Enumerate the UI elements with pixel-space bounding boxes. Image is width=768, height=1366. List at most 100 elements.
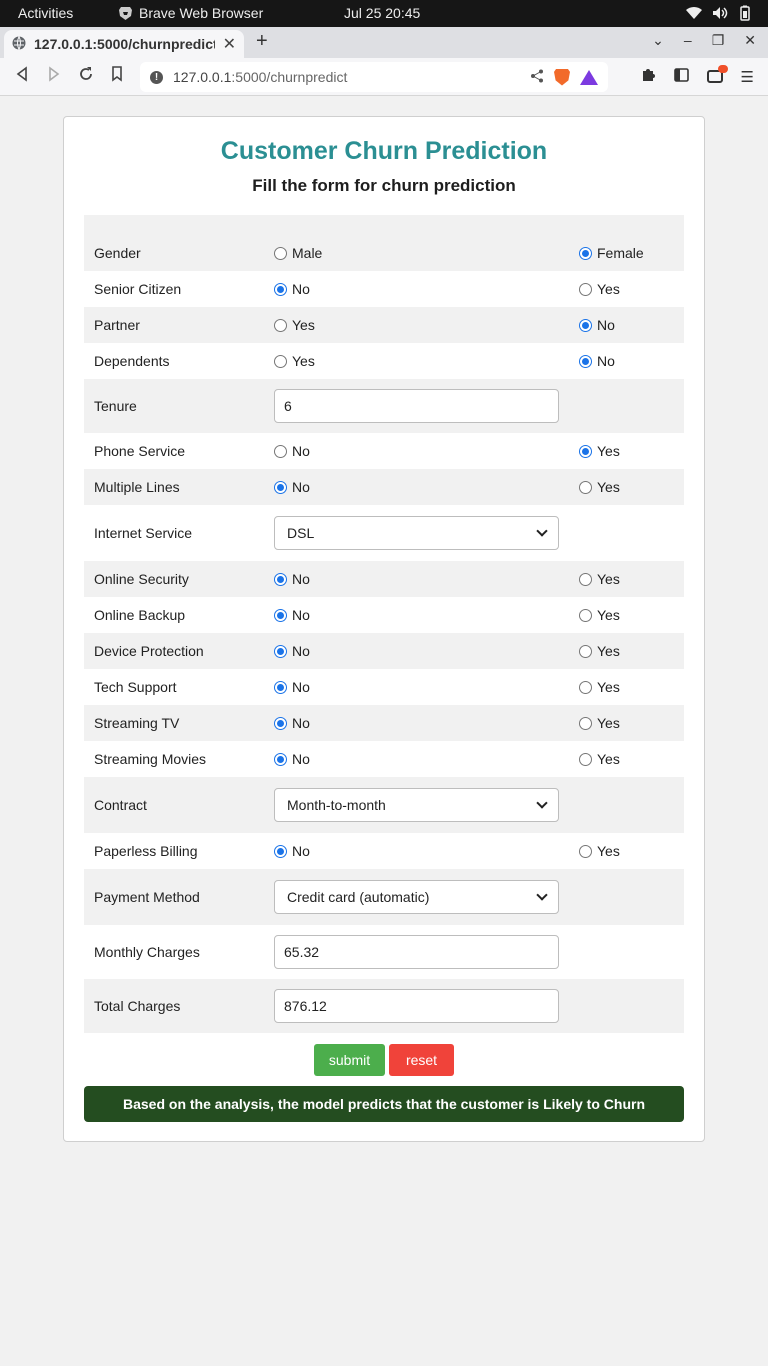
- multiple-lines-row: Multiple Lines No Yes: [84, 469, 684, 505]
- paperless-billing-label: Paperless Billing: [94, 843, 198, 859]
- app-menu[interactable]: Brave Web Browser: [118, 5, 263, 21]
- total-charges-input[interactable]: 876.12: [274, 989, 559, 1023]
- minimize-icon[interactable]: –: [684, 32, 692, 49]
- paperless-billing-yes-option[interactable]: Yes: [579, 843, 620, 859]
- tenure-input[interactable]: 6: [274, 389, 559, 423]
- paperless-billing-yes-radio[interactable]: [579, 844, 592, 858]
- menu-icon[interactable]: ☰: [741, 68, 754, 86]
- system-tray[interactable]: [686, 5, 754, 24]
- online-security-yes-option[interactable]: Yes: [579, 571, 620, 587]
- submit-button[interactable]: submit: [314, 1044, 385, 1076]
- clock[interactable]: Jul 25 20:45: [344, 5, 420, 21]
- phone-service-label: Phone Service: [94, 443, 186, 459]
- senior-citizen-yes-option[interactable]: Yes: [579, 281, 620, 297]
- streaming-movies-no-radio[interactable]: [274, 752, 287, 766]
- tech-support-no-option[interactable]: No: [274, 679, 310, 695]
- gender-male-radio[interactable]: [274, 246, 287, 260]
- dependents-yes-radio[interactable]: [274, 354, 287, 368]
- tech-support-yes-radio[interactable]: [579, 680, 592, 694]
- site-info-icon[interactable]: !: [150, 70, 163, 84]
- dependents-no-radio[interactable]: [579, 354, 592, 368]
- paperless-billing-no-option[interactable]: No: [274, 843, 310, 859]
- payment-method-label: Payment Method: [94, 889, 200, 905]
- online-security-no-option[interactable]: No: [274, 571, 310, 587]
- wallet-icon[interactable]: [706, 65, 728, 83]
- phone-service-no-radio[interactable]: [274, 444, 287, 458]
- senior-citizen-no-option[interactable]: No: [274, 281, 310, 297]
- streaming-tv-yes-radio[interactable]: [579, 716, 592, 730]
- device-protection-no-radio[interactable]: [274, 644, 287, 658]
- online-backup-row: Online Backup No Yes: [84, 597, 684, 633]
- back-icon[interactable]: [15, 66, 29, 87]
- device-protection-no-option[interactable]: No: [274, 643, 310, 659]
- forward-icon[interactable]: [47, 66, 61, 87]
- gender-male-option[interactable]: Male: [274, 245, 322, 261]
- senior-citizen-yes-radio[interactable]: [579, 282, 592, 296]
- close-window-icon[interactable]: ✕: [744, 32, 756, 49]
- address-bar[interactable]: ! 127.0.0.1:5000/churnpredict: [140, 62, 608, 92]
- senior-citizen-no-radio[interactable]: [274, 282, 287, 296]
- sidebar-icon[interactable]: [673, 67, 689, 86]
- phone-service-yes-radio[interactable]: [579, 444, 592, 458]
- option-label: Yes: [597, 479, 620, 495]
- streaming-tv-no-radio[interactable]: [274, 716, 287, 730]
- option-label: Yes: [597, 571, 620, 587]
- partner-yes-option[interactable]: Yes: [274, 317, 315, 333]
- streaming-movies-no-option[interactable]: No: [274, 751, 310, 767]
- option-label: Yes: [597, 443, 620, 459]
- activities-button[interactable]: Activities: [18, 5, 73, 21]
- dependents-row: Dependents Yes No: [84, 343, 684, 379]
- brave-shields-icon[interactable]: [554, 68, 570, 86]
- monthly-charges-input[interactable]: 65.32: [274, 935, 559, 969]
- new-tab-icon[interactable]: +: [256, 30, 268, 53]
- internet-service-select[interactable]: DSL: [274, 516, 559, 550]
- paperless-billing-no-radio[interactable]: [274, 844, 287, 858]
- streaming-tv-yes-option[interactable]: Yes: [579, 715, 620, 731]
- online-backup-yes-radio[interactable]: [579, 608, 592, 622]
- brave-lion-icon: [118, 6, 133, 21]
- gender-female-option[interactable]: Female: [579, 245, 644, 261]
- payment-method-select[interactable]: Credit card (automatic): [274, 880, 559, 914]
- internet-service-value: DSL: [287, 525, 315, 541]
- online-backup-yes-option[interactable]: Yes: [579, 607, 620, 623]
- gender-female-radio[interactable]: [579, 246, 592, 260]
- browser-tab[interactable]: 127.0.0.1:5000/churnpredict ✕: [4, 30, 244, 58]
- online-backup-no-option[interactable]: No: [274, 607, 310, 623]
- partner-yes-radio[interactable]: [274, 318, 287, 332]
- option-label: No: [292, 715, 310, 731]
- multiple-lines-yes-option[interactable]: Yes: [579, 479, 620, 495]
- dependents-yes-option[interactable]: Yes: [274, 353, 315, 369]
- streaming-tv-no-option[interactable]: No: [274, 715, 310, 731]
- partner-no-option[interactable]: No: [579, 317, 615, 333]
- device-protection-yes-option[interactable]: Yes: [579, 643, 620, 659]
- tech-support-no-radio[interactable]: [274, 680, 287, 694]
- tab-list-chevron-icon[interactable]: ⌄: [652, 32, 664, 49]
- brave-rewards-icon[interactable]: [580, 69, 598, 85]
- extensions-icon[interactable]: [641, 67, 656, 86]
- tab-close-icon[interactable]: ✕: [223, 34, 236, 54]
- device-protection-yes-radio[interactable]: [579, 644, 592, 658]
- online-security-no-radio[interactable]: [274, 572, 287, 586]
- streaming-movies-yes-radio[interactable]: [579, 752, 592, 766]
- phone-service-no-option[interactable]: No: [274, 443, 310, 459]
- globe-icon: [12, 35, 26, 53]
- reload-icon[interactable]: [78, 66, 94, 87]
- phone-service-yes-option[interactable]: Yes: [579, 443, 620, 459]
- tech-support-yes-option[interactable]: Yes: [579, 679, 620, 695]
- partner-no-radio[interactable]: [579, 318, 592, 332]
- option-label: No: [292, 443, 310, 459]
- contract-select[interactable]: Month-to-month: [274, 788, 559, 822]
- multiple-lines-yes-radio[interactable]: [579, 480, 592, 494]
- streaming-movies-yes-option[interactable]: Yes: [579, 751, 620, 767]
- multiple-lines-no-radio[interactable]: [274, 480, 287, 494]
- online-security-yes-radio[interactable]: [579, 572, 592, 586]
- online-backup-no-radio[interactable]: [274, 608, 287, 622]
- maximize-icon[interactable]: ❐: [712, 32, 725, 49]
- option-label: No: [292, 479, 310, 495]
- bookmark-icon[interactable]: [111, 66, 123, 87]
- dependents-no-option[interactable]: No: [579, 353, 615, 369]
- share-icon[interactable]: [530, 69, 544, 86]
- multiple-lines-no-option[interactable]: No: [274, 479, 310, 495]
- url-text[interactable]: 127.0.0.1:5000/churnpredict: [173, 69, 520, 85]
- reset-button[interactable]: reset: [389, 1044, 454, 1076]
